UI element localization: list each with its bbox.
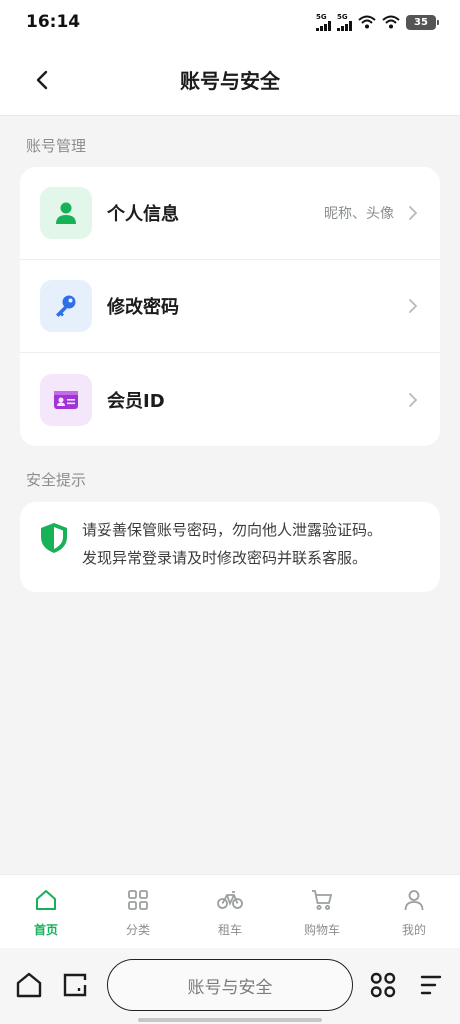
wifi-icon <box>358 15 376 29</box>
person-icon <box>401 887 427 913</box>
home-icon <box>33 887 59 913</box>
wifi-icon <box>382 15 400 29</box>
browser-tabs-button[interactable] <box>59 969 91 1001</box>
chevron-right-icon <box>406 392 420 407</box>
battery-icon: 35 <box>406 14 439 30</box>
browser-home-button[interactable] <box>13 969 45 1001</box>
status-icons: 5G 5G 35 <box>316 13 439 31</box>
browser-toolbar: 账号与安全 <box>0 948 460 1024</box>
menu-item-change-password[interactable]: 修改密码 <box>20 260 440 353</box>
nav-item-category[interactable]: 分类 <box>103 887 173 938</box>
section-label-account: 账号管理 <box>26 137 87 155</box>
browser-menu-button[interactable] <box>415 969 447 1001</box>
grid-icon <box>125 887 151 913</box>
nav-item-cart[interactable]: 购物车 <box>287 887 357 938</box>
security-tip-card: 请妥善保管账号密码，勿向他人泄露验证码。 发现异常登录请及时修改密码并联系客服。 <box>20 502 440 592</box>
shield-icon <box>41 523 67 553</box>
chevron-right-icon <box>406 206 420 220</box>
section-label-security: 安全提示 <box>26 471 87 489</box>
status-bar: 16:14 5G 5G 35 <box>0 0 460 44</box>
browser-apps-button[interactable] <box>367 969 399 1001</box>
menu-item-member-id[interactable]: 会员ID <box>20 353 440 446</box>
nav-item-mine[interactable]: 我的 <box>379 887 449 938</box>
page-header: 账号与安全 <box>0 44 460 116</box>
back-button[interactable] <box>28 66 56 94</box>
user-icon <box>56 202 76 224</box>
icon-tile <box>40 187 92 239</box>
menu-item-label: 修改密码 <box>107 297 179 318</box>
id-card-icon <box>54 390 78 409</box>
chevron-right-icon <box>406 299 420 313</box>
menu-item-hint: 昵称、头像 <box>324 206 394 222</box>
icon-tile <box>40 373 92 426</box>
icon-tile <box>40 280 92 332</box>
security-tip-text: 请妥善保管账号密码，勿向他人泄露验证码。 发现异常登录请及时修改密码并联系客服。 <box>82 521 383 567</box>
menu-item-label: 个人信息 <box>107 204 179 225</box>
menu-icon <box>420 975 442 995</box>
tabs-icon <box>63 973 87 997</box>
nav-item-rent-bike[interactable]: 租车 <box>195 887 265 938</box>
home-indicator <box>138 1018 322 1022</box>
account-card: 个人信息 昵称、头像 修改密码 会员ID <box>20 167 440 446</box>
bottom-nav: 首页 分类 租车 购物车 我的 <box>0 874 460 948</box>
chevron-left-icon <box>36 70 48 90</box>
page-title: 账号与安全 <box>180 69 280 93</box>
apps-grid-icon <box>370 972 396 998</box>
signal-5g-icon: 5G <box>316 13 331 31</box>
menu-item-personal-info[interactable]: 个人信息 昵称、头像 <box>20 167 440 260</box>
cart-icon <box>309 887 335 913</box>
home-icon <box>16 972 42 998</box>
address-text: 账号与安全 <box>187 977 273 998</box>
address-bar[interactable]: 账号与安全 <box>107 959 353 1011</box>
nav-item-home[interactable]: 首页 <box>11 887 81 938</box>
status-time: 16:14 <box>26 12 81 32</box>
bicycle-icon <box>217 887 243 913</box>
menu-item-label: 会员ID <box>107 390 165 412</box>
key-icon <box>56 295 76 317</box>
signal-5g-icon: 5G <box>337 13 352 31</box>
